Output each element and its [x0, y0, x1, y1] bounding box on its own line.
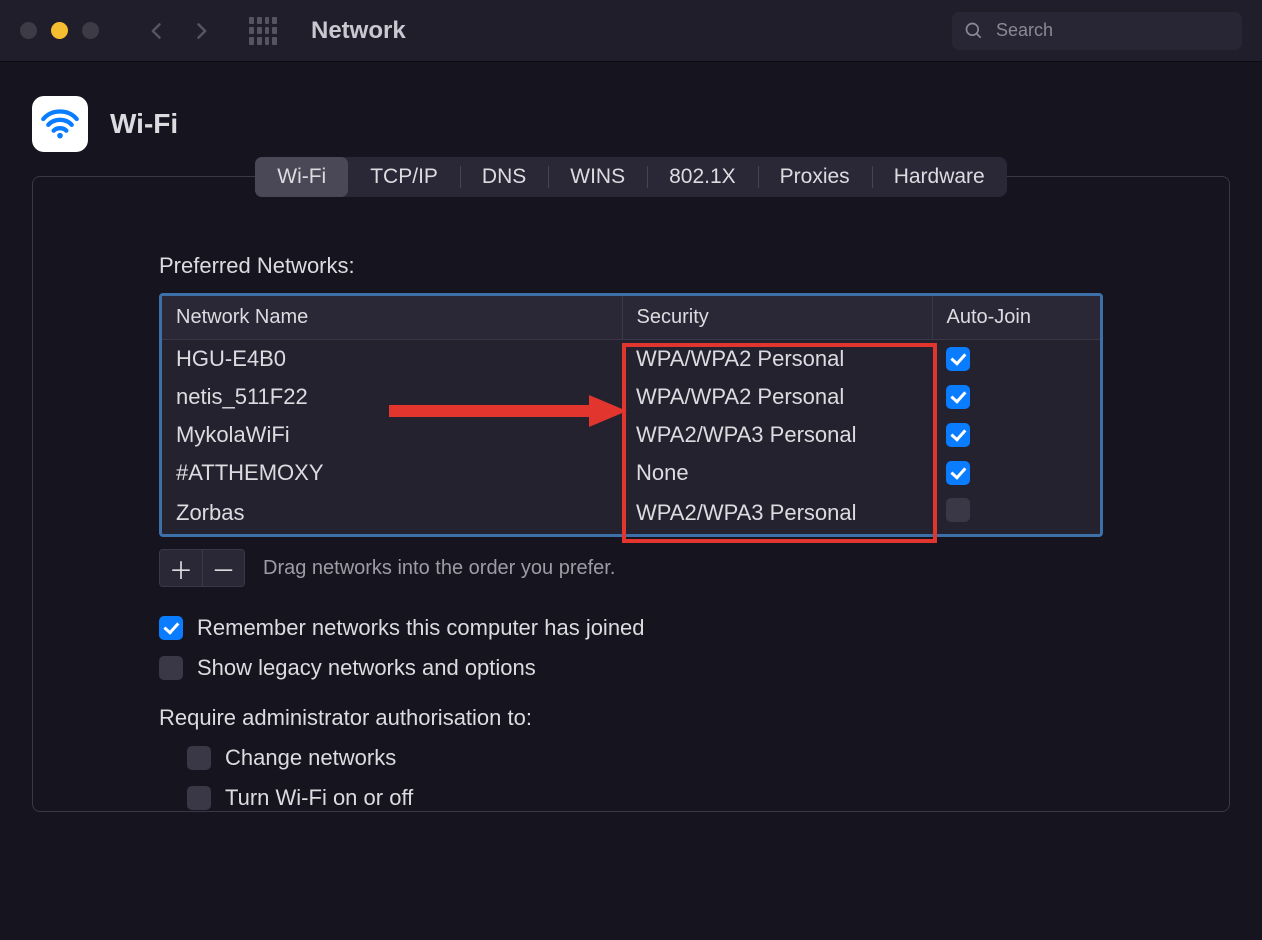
settings-panel: Wi-FiTCP/IPDNSWINS802.1XProxiesHardware … — [32, 176, 1230, 812]
auto-join-cell — [932, 378, 1100, 416]
column-header-network-name[interactable]: Network Name — [162, 296, 622, 340]
table-row[interactable]: MykolaWiFiWPA2/WPA3 Personal — [162, 416, 1100, 454]
forward-button[interactable] — [179, 15, 223, 47]
turn-wifi-label: Turn Wi-Fi on or off — [225, 785, 413, 811]
tab-proxies[interactable]: Proxies — [758, 157, 872, 197]
remember-networks-label: Remember networks this computer has join… — [197, 615, 645, 641]
titlebar: Network — [0, 0, 1262, 62]
back-button[interactable] — [135, 15, 179, 47]
tab-dns[interactable]: DNS — [460, 157, 548, 197]
table-row[interactable]: ZorbasWPA2/WPA3 Personal — [162, 492, 1100, 534]
show-legacy-label: Show legacy networks and options — [197, 655, 536, 681]
network-name: MykolaWiFi — [162, 416, 622, 454]
wifi-icon — [32, 96, 88, 152]
tabs: Wi-FiTCP/IPDNSWINS802.1XProxiesHardware — [255, 157, 1006, 197]
network-name: HGU-E4B0 — [162, 340, 622, 379]
change-networks-checkbox[interactable] — [187, 746, 211, 770]
search-input[interactable] — [994, 19, 1230, 42]
tab-wins[interactable]: WINS — [548, 157, 647, 197]
add-network-button[interactable]: ＋ — [160, 550, 202, 586]
search-icon — [964, 21, 984, 41]
add-remove-controls: ＋ － — [159, 549, 245, 587]
show-legacy-checkbox[interactable] — [159, 656, 183, 680]
table-row[interactable]: HGU-E4B0WPA/WPA2 Personal — [162, 340, 1100, 379]
auto-join-checkbox[interactable] — [946, 461, 970, 485]
nav-arrows — [135, 15, 223, 47]
tab-hardware[interactable]: Hardware — [872, 157, 1007, 197]
change-networks-label: Change networks — [225, 745, 396, 771]
tab-802-1x[interactable]: 802.1X — [647, 157, 758, 197]
column-header-auto-join[interactable]: Auto-Join — [932, 296, 1100, 340]
change-networks-option[interactable]: Change networks — [187, 745, 1103, 771]
auto-join-checkbox[interactable] — [946, 347, 970, 371]
network-name: Zorbas — [162, 492, 622, 534]
network-name: netis_511F22 — [162, 378, 622, 416]
preferred-networks-label: Preferred Networks: — [159, 253, 1103, 279]
window-title: Network — [311, 17, 406, 45]
remember-networks-checkbox[interactable] — [159, 616, 183, 640]
table-row[interactable]: netis_511F22WPA/WPA2 Personal — [162, 378, 1100, 416]
search-field[interactable] — [952, 12, 1242, 50]
auto-join-cell — [932, 416, 1100, 454]
zoom-window-button[interactable] — [82, 22, 99, 39]
show-all-icon[interactable] — [249, 17, 277, 45]
network-security: None — [622, 454, 932, 492]
require-admin-label: Require administrator authorisation to: — [159, 705, 1103, 731]
network-security: WPA/WPA2 Personal — [622, 340, 932, 379]
minimize-window-button[interactable] — [51, 22, 68, 39]
close-window-button[interactable] — [20, 22, 37, 39]
auto-join-cell — [932, 454, 1100, 492]
network-name: #ATTHEMOXY — [162, 454, 622, 492]
column-header-security[interactable]: Security — [622, 296, 932, 340]
auto-join-checkbox[interactable] — [946, 423, 970, 447]
turn-wifi-checkbox[interactable] — [187, 786, 211, 810]
turn-wifi-option[interactable]: Turn Wi-Fi on or off — [187, 785, 1103, 811]
tab-wi-fi[interactable]: Wi-Fi — [255, 157, 348, 197]
auto-join-checkbox[interactable] — [946, 385, 970, 409]
tab-tcp-ip[interactable]: TCP/IP — [348, 157, 460, 197]
auto-join-cell — [932, 340, 1100, 379]
window-controls — [20, 22, 99, 39]
table-row[interactable]: #ATTHEMOXYNone — [162, 454, 1100, 492]
remove-network-button[interactable]: － — [202, 550, 244, 586]
page-title: Wi-Fi — [110, 108, 178, 140]
remember-networks-option[interactable]: Remember networks this computer has join… — [159, 615, 1103, 641]
auto-join-cell — [932, 492, 1100, 534]
show-legacy-option[interactable]: Show legacy networks and options — [159, 655, 1103, 681]
network-security: WPA2/WPA3 Personal — [622, 416, 932, 454]
auto-join-checkbox[interactable] — [946, 498, 970, 522]
network-security: WPA/WPA2 Personal — [622, 378, 932, 416]
network-security: WPA2/WPA3 Personal — [622, 492, 932, 534]
drag-hint: Drag networks into the order you prefer. — [263, 557, 615, 580]
page-header: Wi-Fi — [32, 96, 1230, 152]
preferred-networks-table[interactable]: Network NameSecurityAuto-Join HGU-E4B0WP… — [159, 293, 1103, 537]
